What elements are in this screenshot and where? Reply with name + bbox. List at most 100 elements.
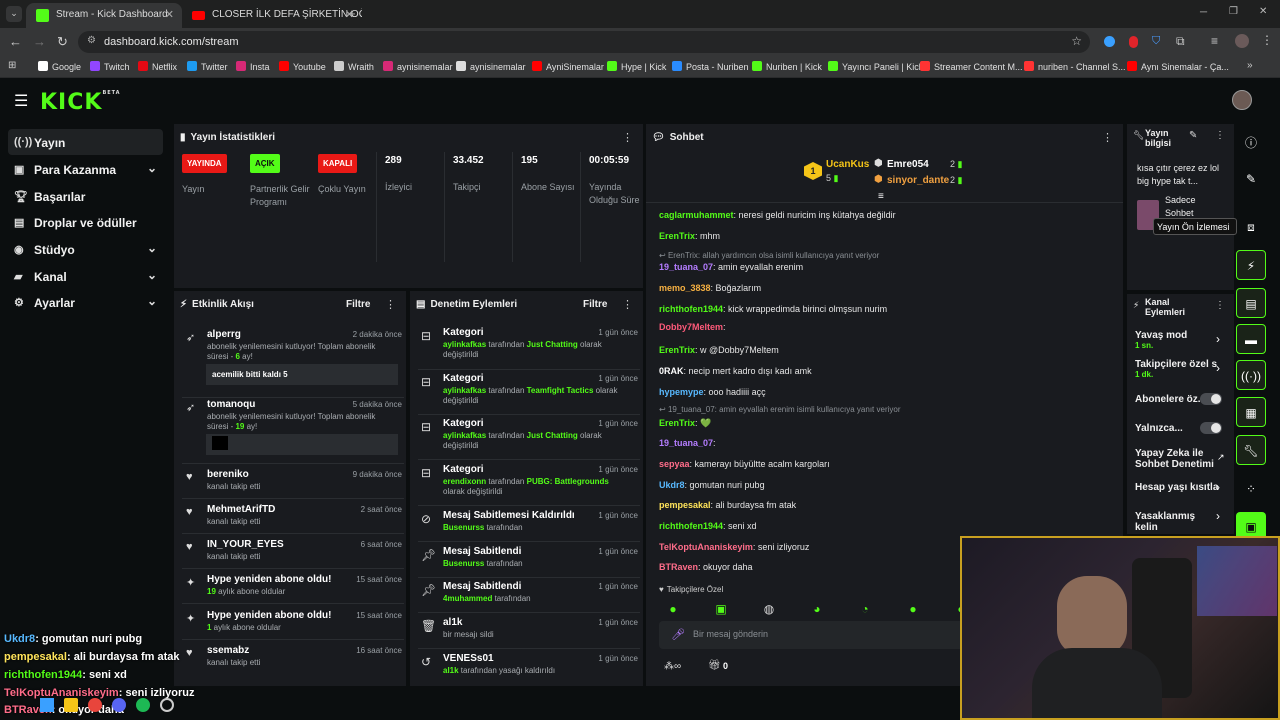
- more-apps-icon[interactable]: ⁘: [1236, 474, 1266, 504]
- chevron-right-icon[interactable]: ›: [1216, 361, 1220, 375]
- window-close-icon[interactable]: ✕: [1259, 6, 1267, 17]
- chat-username[interactable]: 19_tuana_07: [659, 262, 713, 272]
- bookmark-nuriben-kick[interactable]: Nuriben | Kick: [752, 61, 822, 72]
- filter-button[interactable]: Filtre: [583, 299, 607, 310]
- bookmarks-overflow-icon[interactable]: »: [1247, 60, 1253, 71]
- tab-kick-dashboard[interactable]: Stream - Kick Dashboard ✕: [26, 3, 182, 28]
- chat-username[interactable]: richthofen1944: [659, 304, 723, 314]
- chat-username[interactable]: 0RAK: [659, 366, 684, 376]
- kick-logo[interactable]: KICKBETA: [40, 90, 121, 115]
- emote-button[interactable]: ●: [900, 602, 926, 618]
- chat-username[interactable]: BTRaven: [659, 562, 698, 572]
- broadcast-icon[interactable]: ((·)): [1236, 360, 1266, 390]
- sidebar-item-basarilar[interactable]: 🏆︎ Başarılar: [8, 183, 163, 209]
- user-avatar[interactable]: [1232, 90, 1252, 110]
- discord-icon[interactable]: [112, 698, 126, 712]
- top-gifter-name[interactable]: Emre054: [887, 159, 929, 170]
- action-banned-words[interactable]: Yasaklanmış kelin: [1135, 511, 1219, 533]
- vpn-shield-icon[interactable]: ⛉: [1152, 35, 1160, 48]
- chat-bubble-icon[interactable]: ▬: [1236, 324, 1266, 354]
- bookmark-youtube[interactable]: Youtube: [279, 61, 326, 72]
- chat-username[interactable]: ErenTrix: [659, 345, 695, 355]
- sidebar-item-ayarlar[interactable]: ⚙ Ayarlar ⌄: [8, 289, 163, 315]
- microphone-icon[interactable]: 🎤︎: [671, 628, 685, 641]
- clipboard-icon[interactable]: ▤: [1236, 288, 1266, 318]
- sidebar-item-kanal[interactable]: ▰ Kanal ⌄: [8, 263, 163, 289]
- restore-icon[interactable]: ❐: [1229, 6, 1238, 17]
- chat-username[interactable]: TelKoptuAnaniskeyim: [659, 542, 753, 552]
- minimize-icon[interactable]: ─: [1200, 7, 1207, 18]
- bookmark-aynisinemalar[interactable]: aynisinemalar: [383, 61, 453, 72]
- filter-button[interactable]: Filtre: [346, 299, 370, 310]
- preview-screen-icon[interactable]: ⧈: [1236, 212, 1266, 242]
- chevron-right-icon[interactable]: ›: [1216, 480, 1220, 494]
- bookmark-yayinci-paneli[interactable]: Yayıncı Paneli | Kick: [828, 61, 923, 72]
- sidebar-item-droplar[interactable]: ▤ Droplar ve ödüller: [8, 209, 163, 235]
- more-options-icon[interactable]: ⋮: [622, 298, 633, 311]
- bookmark-google[interactable]: Google: [38, 61, 81, 72]
- chat-username[interactable]: Ukdr8: [659, 480, 685, 490]
- stats-icon[interactable]: ▦: [1236, 397, 1266, 427]
- bookmark-aynisinemalar-yt[interactable]: AyniSinemalar: [532, 61, 604, 72]
- windows-start-icon[interactable]: [40, 698, 54, 712]
- bookmark-aynisinemalar-x[interactable]: aynisinemalar: [456, 61, 526, 72]
- chat-username[interactable]: caglarmuhammet: [659, 210, 734, 220]
- chat-username[interactable]: hypemype: [659, 387, 704, 397]
- emote-button[interactable]: ◍: [756, 602, 782, 618]
- profile-avatar[interactable]: [1235, 34, 1249, 48]
- more-options-icon[interactable]: ⋮: [1215, 130, 1225, 141]
- extensions-puzzle-icon[interactable]: ⧉: [1176, 34, 1185, 49]
- apps-grid-icon[interactable]: ⊞: [8, 60, 16, 71]
- chat-username[interactable]: richthofen1944: [659, 521, 723, 531]
- chat-username[interactable]: ErenTrix: [659, 418, 695, 428]
- forward-icon[interactable]: →: [33, 34, 46, 49]
- subscribers-only-toggle[interactable]: [1200, 393, 1222, 405]
- extension-icon[interactable]: [1129, 36, 1138, 48]
- spotify-icon[interactable]: [136, 698, 150, 712]
- bookmark-nuriben-channel[interactable]: nuriben - Channel S...: [1024, 61, 1126, 72]
- tab-search-icon[interactable]: ⌄: [6, 6, 22, 22]
- emote-button[interactable]: ●: [660, 602, 686, 618]
- emote-button[interactable]: ◕: [804, 602, 830, 618]
- extension-icon[interactable]: [1104, 36, 1115, 47]
- bookmark-wraith[interactable]: Wraith: [334, 61, 374, 72]
- more-options-icon[interactable]: ⋮: [1102, 131, 1113, 144]
- external-link-icon[interactable]: ↗: [1217, 452, 1225, 463]
- chat-username[interactable]: Dobby7Meltem: [659, 322, 723, 332]
- more-options-icon[interactable]: ⋮: [385, 298, 396, 311]
- tab-youtube[interactable]: CLOSER İLK DEFA ŞİRKETİN OĞ ✕: [182, 3, 362, 28]
- wrench-icon[interactable]: 🔧︎: [1236, 435, 1266, 465]
- chevron-right-icon[interactable]: ›: [1216, 509, 1220, 523]
- bookmark-hype-kick[interactable]: Hype | Kick: [607, 61, 666, 72]
- chat-username[interactable]: ErenTrix: [659, 231, 695, 241]
- browser-menu-icon[interactable]: ⋮: [1261, 33, 1273, 47]
- sidebar-item-para-kazanma[interactable]: ▣ Para Kazanma ⌄: [8, 156, 163, 182]
- emote-button[interactable]: ▣: [708, 602, 734, 618]
- info-icon[interactable]: ⓘ: [1236, 126, 1266, 156]
- bookmark-netflix[interactable]: Netflix: [138, 61, 177, 72]
- action-ai-moderation[interactable]: Yapay Zeka ile Sohbet Denetimi: [1135, 448, 1219, 470]
- chat-username[interactable]: memo_3838: [659, 283, 711, 293]
- more-options-icon[interactable]: ⋮: [1215, 300, 1225, 311]
- site-info-icon[interactable]: ⚙: [87, 35, 96, 46]
- expand-chevron-icon[interactable]: ≡: [878, 191, 884, 202]
- community-icon[interactable]: ⁂∞: [664, 661, 681, 672]
- bookmark-insta[interactable]: Insta: [236, 61, 270, 72]
- sidebar-item-yayin[interactable]: ((·)) Yayın: [8, 129, 163, 155]
- hamburger-menu-icon[interactable]: ☰: [14, 91, 28, 111]
- url-field[interactable]: ⚙ dashboard.kick.com/stream ☆: [78, 31, 1090, 53]
- bookmark-posta[interactable]: Posta - Nuriben: [672, 61, 749, 72]
- new-tab-icon[interactable]: +: [348, 6, 356, 21]
- emote-button[interactable]: ◔: [852, 602, 878, 618]
- more-options-icon[interactable]: ⋮: [622, 131, 633, 144]
- only-mode-toggle[interactable]: [1200, 422, 1222, 434]
- bookmark-twitch[interactable]: Twitch: [90, 61, 130, 72]
- reload-icon[interactable]: ↻: [57, 34, 68, 50]
- bolt-icon[interactable]: ⚡︎: [1236, 250, 1266, 280]
- bookmark-twitter[interactable]: Twitter: [187, 61, 228, 72]
- gift-box-icon[interactable]: 🎁︎: [708, 660, 721, 671]
- top-gifter-name[interactable]: UcanKus: [826, 159, 869, 170]
- file-explorer-icon[interactable]: [64, 698, 78, 712]
- edit-pencil-icon[interactable]: ✎: [1236, 164, 1266, 194]
- sidebar-item-studyo[interactable]: ◉ Stüdyo ⌄: [8, 236, 163, 262]
